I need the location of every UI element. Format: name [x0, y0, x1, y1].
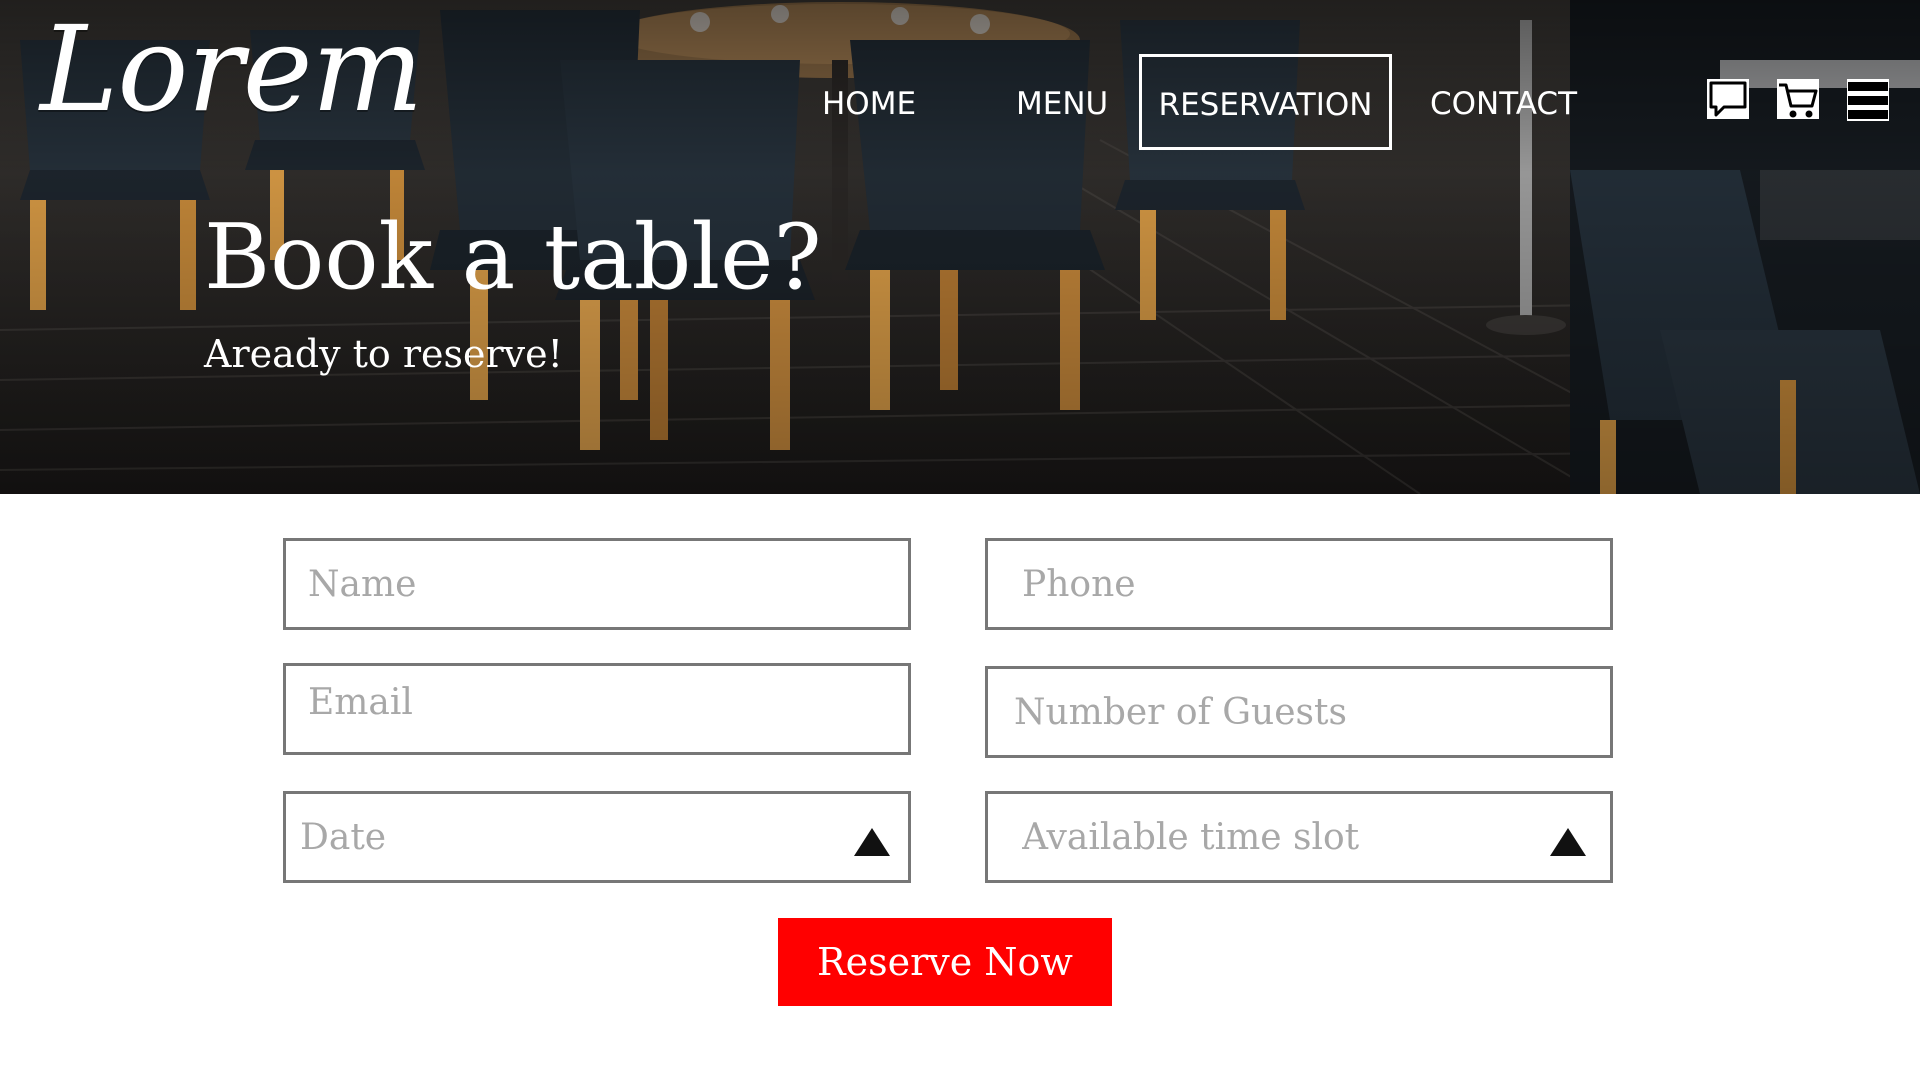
- phone-input[interactable]: [988, 541, 1610, 627]
- guests-input[interactable]: [988, 669, 1610, 755]
- nav-menu[interactable]: MENU: [1016, 86, 1108, 122]
- menu-icon[interactable]: [1846, 78, 1890, 122]
- nav-icon-group: [1706, 78, 1890, 122]
- hero-banner: Lorem HOME MENU RESERVATION CONTACT Book…: [0, 0, 1920, 494]
- time-slot-dropdown-arrow-icon[interactable]: [1550, 828, 1586, 856]
- name-input[interactable]: [286, 541, 908, 627]
- nav-home[interactable]: HOME: [822, 86, 916, 122]
- reserve-now-button[interactable]: Reserve Now: [778, 918, 1112, 1006]
- reservation-form: Reserve Now: [0, 494, 1920, 1080]
- main-nav: HOME MENU RESERVATION CONTACT: [0, 0, 1920, 160]
- date-input[interactable]: [286, 794, 908, 880]
- chat-icon[interactable]: [1706, 78, 1750, 122]
- email-field: [283, 663, 911, 755]
- cart-icon[interactable]: [1776, 78, 1820, 122]
- hero-title: Book a table?: [204, 205, 822, 310]
- date-select[interactable]: [283, 791, 911, 883]
- email-input[interactable]: [286, 666, 908, 752]
- date-dropdown-arrow-icon[interactable]: [854, 828, 890, 856]
- phone-field: [985, 538, 1613, 630]
- name-field: [283, 538, 911, 630]
- hero-subtitle: Aready to reserve!: [204, 332, 563, 376]
- guests-field: [985, 666, 1613, 758]
- time-slot-input[interactable]: [988, 794, 1610, 880]
- time-slot-select[interactable]: [985, 791, 1613, 883]
- nav-contact[interactable]: CONTACT: [1430, 86, 1577, 122]
- nav-reservation[interactable]: RESERVATION: [1139, 54, 1392, 150]
